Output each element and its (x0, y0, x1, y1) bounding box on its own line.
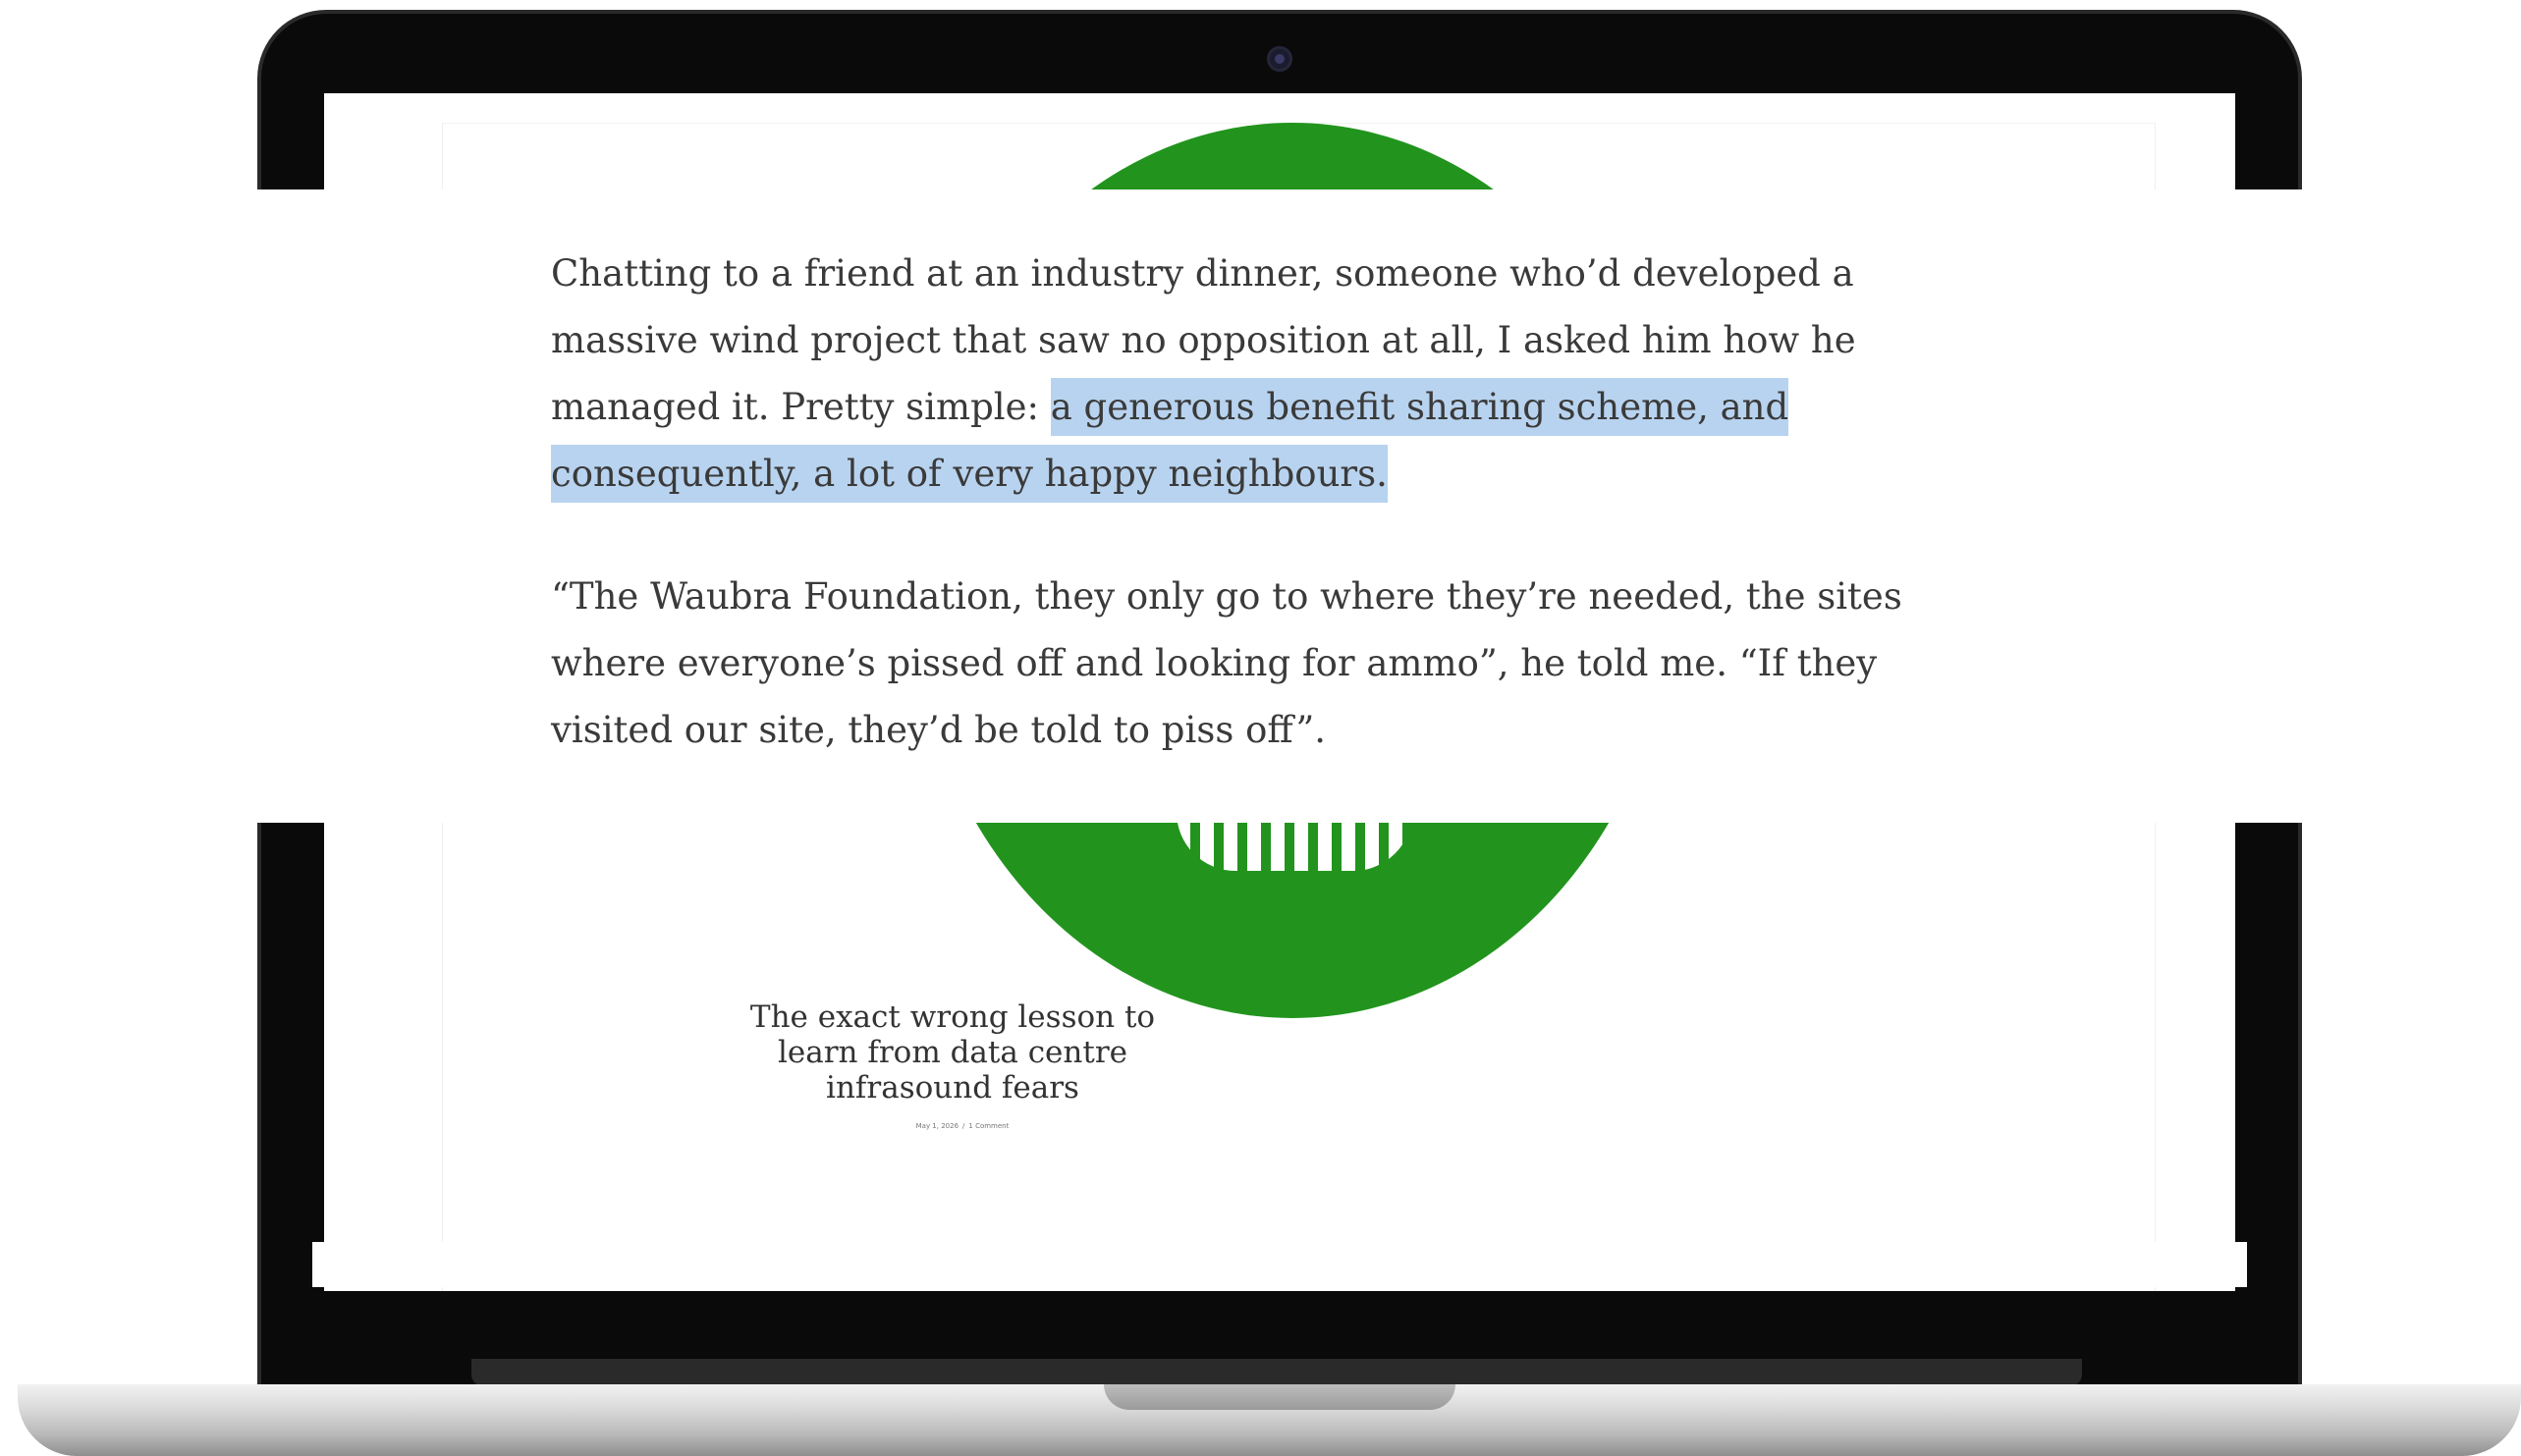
article-paragraph-1: Chatting to a friend at an industry dinn… (551, 241, 1926, 508)
laptop-notch (1104, 1384, 1455, 1410)
meta-separator: / (962, 1122, 965, 1130)
article-excerpt: Chatting to a friend at an industry dinn… (0, 189, 2521, 823)
post-date: May 1, 2026 (915, 1122, 959, 1130)
article-paragraph-2: “The Waubra Foundation, they only go to … (551, 575, 1902, 751)
camera-icon (1267, 46, 1292, 72)
screen-bottom-strip (312, 1242, 2247, 1287)
post-comments-link[interactable]: 1 Comment (968, 1122, 1009, 1130)
laptop-hinge (471, 1359, 2082, 1386)
post-meta: May 1, 2026/1 Comment (864, 1122, 1061, 1130)
post-title-link[interactable]: The exact wrong lesson to learn from dat… (727, 999, 1178, 1105)
